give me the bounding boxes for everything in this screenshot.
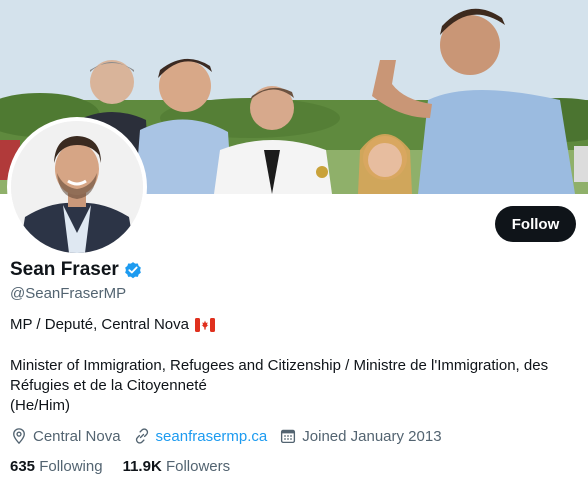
bio-line-1: MP / Deputé, Central Nova (10, 316, 215, 333)
bio-line-3: Réfugies et de la Citoyenneté (10, 377, 207, 394)
canada-flag-icon (194, 317, 215, 332)
display-name: Sean Fraser (10, 259, 119, 280)
bio-description: Minister of Immigration, Refugees and Ci… (10, 356, 580, 416)
profile-avatar[interactable] (7, 117, 147, 257)
location-text: Central Nova (33, 427, 121, 445)
avatar-photo (11, 121, 143, 253)
name-row: Sean Fraser (10, 259, 143, 281)
following-label: Following (39, 458, 103, 475)
following-stat[interactable]: 635 Following (10, 458, 103, 475)
bio-line-2: Minister of Immigration, Refugees and Ci… (10, 357, 549, 374)
followers-count: 11.9K (122, 458, 162, 475)
followers-stat[interactable]: 11.9K Followers (123, 458, 231, 475)
follow-stats: 635 Following 11.9K Followers (10, 458, 250, 475)
bio-text: MP / Deputé, Central Nova (10, 316, 189, 333)
joined-text: Joined January 2013 (302, 427, 442, 445)
profile-meta-row: Central Nova seanfrasermp.ca Joined Janu… (10, 427, 454, 445)
joined-item: Joined January 2013 (279, 427, 442, 445)
location-pin-icon (10, 427, 28, 445)
website-item: seanfrasermp.ca (133, 427, 268, 445)
link-icon (133, 427, 151, 445)
verified-badge-icon[interactable] (123, 260, 143, 280)
website-link[interactable]: seanfrasermp.ca (156, 428, 268, 445)
location-item: Central Nova (10, 427, 121, 445)
follow-button[interactable]: Follow (495, 206, 576, 242)
profile-handle: @SeanFraserMP (10, 285, 127, 302)
following-count: 635 (10, 458, 36, 475)
followers-label: Followers (165, 458, 231, 475)
bio-line-4: (He/Him) (10, 397, 70, 414)
calendar-icon (279, 427, 297, 445)
